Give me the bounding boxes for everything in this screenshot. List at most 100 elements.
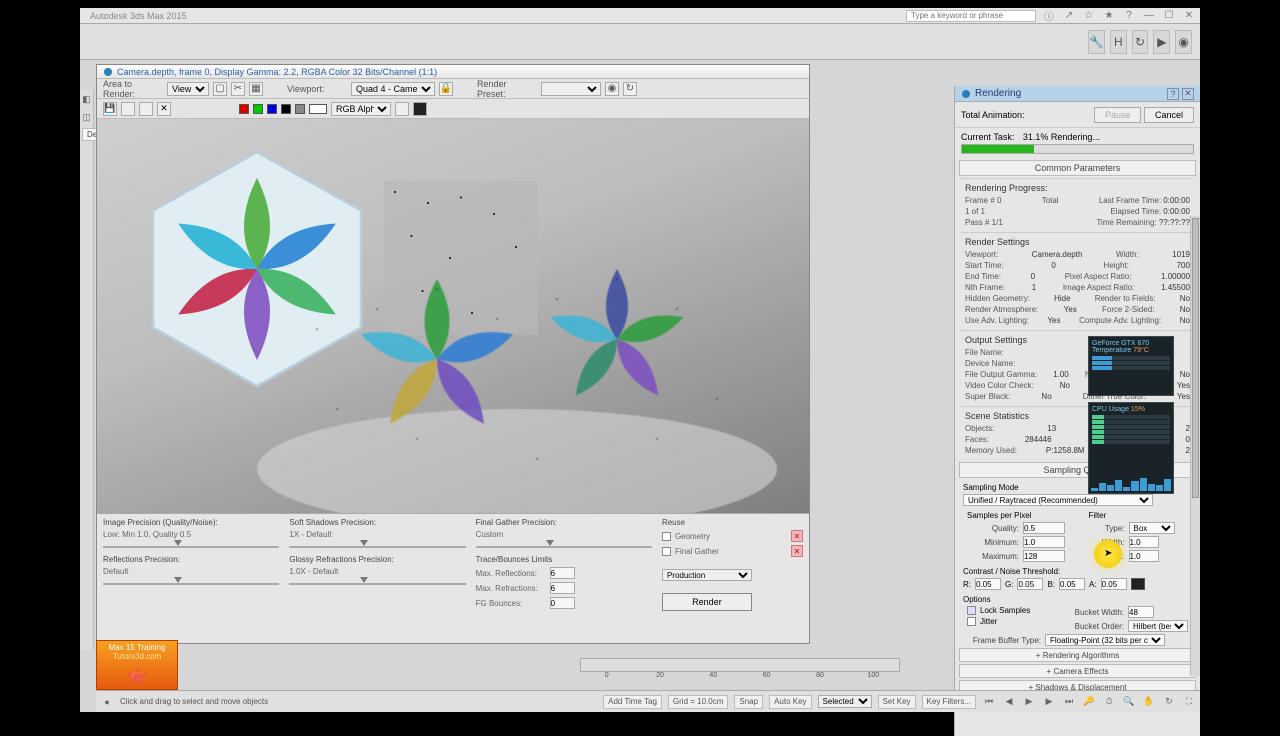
fg-bounces-input[interactable]	[550, 597, 575, 609]
red-channel[interactable]	[239, 104, 249, 114]
quality-input[interactable]	[1023, 522, 1065, 534]
copy-icon[interactable]	[139, 102, 153, 116]
auto-key-btn[interactable]: Auto Key	[769, 695, 811, 709]
region2-icon[interactable]: ▦	[249, 82, 263, 96]
snap-btn[interactable]: Snap	[734, 695, 763, 709]
green-channel[interactable]	[253, 104, 263, 114]
toggle-b-icon[interactable]	[413, 102, 427, 116]
region-icon[interactable]: ▢	[213, 82, 227, 96]
tool-loop-icon[interactable]: ↻	[1132, 30, 1149, 54]
info-icon[interactable]: ⓘ	[1042, 9, 1056, 23]
fbt-select[interactable]: Floating-Point (32 bits per cha	[1045, 634, 1165, 646]
fg-x[interactable]: ✕	[791, 545, 803, 557]
glossy-slider[interactable]	[289, 579, 465, 589]
clone-icon[interactable]	[121, 102, 135, 116]
orbit-icon[interactable]: ↻	[1162, 695, 1176, 709]
tool-icon[interactable]: ◫	[80, 108, 93, 126]
search-input[interactable]	[906, 10, 1036, 22]
scroll-track[interactable]	[1190, 216, 1200, 676]
time-config-icon[interactable]: ⏱	[1102, 695, 1116, 709]
panel-close-icon[interactable]: ✕	[1182, 88, 1194, 100]
lock-icon[interactable]: 🔒	[439, 82, 453, 96]
tool-h-icon[interactable]: H	[1110, 30, 1127, 54]
contrast-a[interactable]	[1101, 578, 1127, 590]
key-filters-btn[interactable]: Key Filters...	[922, 695, 976, 709]
pan-icon[interactable]: ✋	[1142, 695, 1156, 709]
maximize-icon[interactable]: ☐	[1162, 9, 1176, 23]
tool-play-icon[interactable]: ▶	[1153, 30, 1170, 54]
pause-button[interactable]: Pause	[1094, 107, 1142, 123]
save-icon[interactable]: 💾	[103, 102, 117, 116]
rollout-rendering-algorithms[interactable]: + Rendering Algorithms	[959, 648, 1196, 662]
clear-icon[interactable]: ✕	[157, 102, 171, 116]
crop-icon[interactable]: ✂	[231, 82, 245, 96]
render-small-icon[interactable]: ◉	[605, 82, 619, 96]
max-refr-input[interactable]	[550, 582, 575, 594]
toggle-a-icon[interactable]	[395, 102, 409, 116]
favorite-icon[interactable]: ★	[1102, 9, 1116, 23]
max-input[interactable]	[1023, 550, 1065, 562]
color-well[interactable]	[309, 104, 327, 114]
key-icon[interactable]: 🔑	[1082, 695, 1096, 709]
max-icon[interactable]: ⛶	[1182, 695, 1196, 709]
sampling-mode-select[interactable]: Unified / Raytraced (Recommended)	[963, 494, 1153, 506]
bucket-width-input[interactable]	[1128, 606, 1154, 618]
link-icon[interactable]: ↗	[1062, 9, 1076, 23]
geometry-check[interactable]	[662, 532, 671, 541]
timeline[interactable]: 0 20 40 60 80 100	[580, 658, 900, 688]
common-params-header[interactable]: Common Parameters	[959, 160, 1196, 176]
fg-slider[interactable]	[476, 542, 652, 552]
tool-icon[interactable]: ◧	[80, 90, 93, 108]
goto-end-icon[interactable]: ⏭	[1062, 695, 1076, 709]
soft-shadows-slider[interactable]	[289, 542, 465, 552]
close-icon[interactable]: ✕	[1182, 9, 1196, 23]
lock-check[interactable]	[967, 606, 976, 615]
rollout-camera-effects[interactable]: + Camera Effects	[959, 664, 1196, 678]
image-precision-slider[interactable]	[103, 542, 279, 552]
alpha-channel[interactable]	[281, 104, 291, 114]
add-time-tag[interactable]: Add Time Tag	[603, 695, 662, 709]
help-icon[interactable]: ?	[1122, 9, 1136, 23]
contrast-swatch[interactable]	[1131, 578, 1145, 590]
scroll-thumb[interactable]	[1192, 218, 1199, 498]
refresh-icon[interactable]: ↻	[623, 82, 637, 96]
viewport-select[interactable]: Quad 4 - Camera	[351, 82, 435, 96]
max-refl-input[interactable]	[550, 567, 575, 579]
alpha-select[interactable]: RGB Alpha	[331, 102, 391, 116]
progress-bar	[961, 144, 1194, 154]
mono-channel[interactable]	[295, 104, 305, 114]
grid-readout: Grid = 10.0cm	[668, 695, 728, 709]
min-input[interactable]	[1023, 536, 1065, 548]
preset-select[interactable]	[541, 82, 601, 96]
set-key-btn[interactable]: Set Key	[878, 695, 916, 709]
selected-dropdown[interactable]: Selected	[818, 695, 872, 708]
play-icon[interactable]: ▶	[1022, 695, 1036, 709]
tool-hammer-icon[interactable]: 🔧	[1088, 30, 1105, 54]
render-button[interactable]: Render	[662, 593, 752, 611]
filter-type-select[interactable]: Box	[1129, 522, 1175, 534]
bucket-order-select[interactable]: Hilbert (best)	[1128, 620, 1188, 632]
contrast-r[interactable]	[975, 578, 1001, 590]
next-frame-icon[interactable]: ▶	[1042, 695, 1056, 709]
area-render-select[interactable]: View	[167, 82, 209, 96]
app-title: Autodesk 3ds Max 2015	[84, 11, 900, 21]
fg-check[interactable]	[662, 547, 671, 556]
cancel-button[interactable]: Cancel	[1144, 107, 1194, 123]
filter-width-input[interactable]	[1129, 536, 1159, 548]
blue-channel[interactable]	[267, 104, 277, 114]
jitter-check[interactable]	[967, 617, 976, 626]
cursor-highlight: ➤	[1094, 540, 1122, 568]
zoom-icon[interactable]: 🔍	[1122, 695, 1136, 709]
reflections-slider[interactable]	[103, 579, 279, 589]
production-select[interactable]: Production	[662, 569, 752, 581]
geom-x[interactable]: ✕	[791, 530, 803, 542]
star-icon[interactable]: ☆	[1082, 9, 1096, 23]
panel-help-icon[interactable]: ?	[1167, 88, 1179, 100]
contrast-b[interactable]	[1059, 578, 1085, 590]
goto-start-icon[interactable]: ⏮	[982, 695, 996, 709]
prev-frame-icon[interactable]: ◀	[1002, 695, 1016, 709]
contrast-g[interactable]	[1017, 578, 1043, 590]
tool-teapot-icon[interactable]: ◉	[1175, 30, 1192, 54]
filter-height-input[interactable]	[1129, 550, 1159, 562]
minimize-icon[interactable]: —	[1142, 9, 1156, 23]
